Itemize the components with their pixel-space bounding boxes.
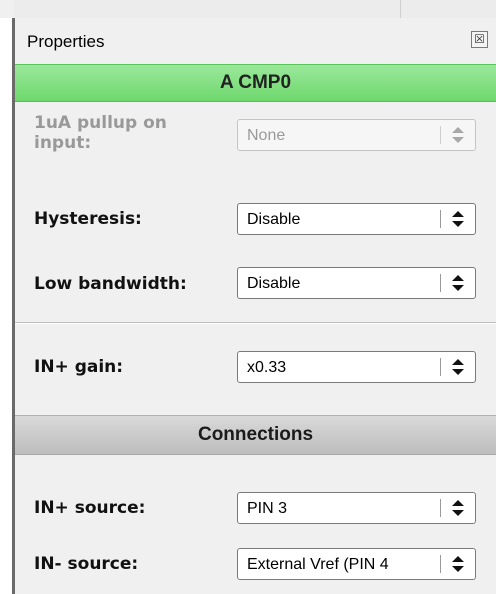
combo-separator (440, 210, 441, 228)
properties-panel: Properties ☒ A CMP0 1uA pullup on input:… (15, 18, 496, 594)
pullup-select[interactable]: None (237, 119, 476, 151)
low-bandwidth-select-value: Disable (247, 275, 301, 292)
pullup-label-line2: input: (34, 133, 92, 153)
left-splitter[interactable] (0, 18, 15, 594)
pullup-label: 1uA pullup on input: (34, 113, 167, 153)
close-icon[interactable]: ☒ (471, 31, 488, 48)
hysteresis-select[interactable]: Disable (237, 203, 476, 235)
combo-separator (440, 126, 441, 144)
hysteresis-select-value: Disable (247, 211, 301, 228)
up-down-arrows-icon (452, 127, 464, 143)
in-minus-source-label: IN- source: (34, 554, 139, 574)
combo-separator (440, 358, 441, 376)
top-strip (14, 0, 496, 19)
combo-separator (440, 499, 441, 517)
in-plus-gain-select-value: x0.33 (247, 359, 287, 376)
panel-title: Properties (27, 32, 105, 51)
hysteresis-label: Hysteresis: (34, 209, 142, 229)
up-down-arrows-icon (452, 275, 464, 291)
pullup-select-value: None (247, 127, 286, 144)
screen: Properties ☒ A CMP0 1uA pullup on input:… (0, 0, 496, 594)
up-down-arrows-icon (452, 556, 464, 572)
combo-separator (440, 274, 441, 292)
in-plus-source-label: IN+ source: (34, 498, 146, 518)
panel-titlebar: Properties ☒ (15, 18, 496, 64)
block-header: A CMP0 (15, 64, 496, 102)
in-plus-source-select[interactable]: PIN 3 (237, 492, 476, 524)
in-plus-gain-select[interactable]: x0.33 (237, 351, 476, 383)
low-bandwidth-label: Low bandwidth: (34, 274, 187, 294)
pullup-label-line1: 1uA pullup on (34, 113, 167, 133)
up-down-arrows-icon (452, 359, 464, 375)
in-plus-gain-label: IN+ gain: (34, 357, 124, 377)
in-plus-source-select-value: PIN 3 (247, 500, 288, 517)
up-down-arrows-icon (452, 211, 464, 227)
low-bandwidth-select[interactable]: Disable (237, 267, 476, 299)
in-minus-source-select-value: External Vref (PIN 4 (247, 556, 389, 573)
up-down-arrows-icon (452, 500, 464, 516)
in-minus-source-select[interactable]: External Vref (PIN 4 (237, 548, 476, 580)
top-divider (400, 0, 401, 18)
connections-header: Connections (15, 415, 496, 455)
combo-separator (440, 555, 441, 573)
section-divider-highlight (15, 323, 496, 324)
